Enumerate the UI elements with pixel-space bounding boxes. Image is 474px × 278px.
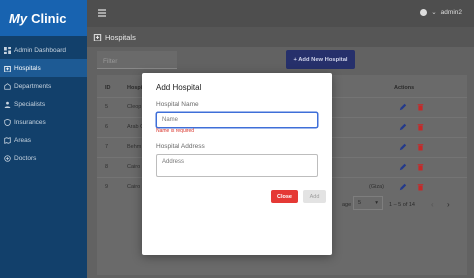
hospital-icon [4, 65, 11, 72]
chevron-down-icon: ▾ [375, 200, 378, 206]
column-header-id[interactable]: ID [105, 85, 111, 91]
sidebar-item-admin-dashboard[interactable]: Admin Dashboard [0, 41, 87, 59]
delete-icon[interactable] [417, 103, 424, 111]
sidebar-item-label: Insurances [14, 118, 46, 126]
sidebar-item-departments[interactable]: Departments [0, 77, 87, 95]
sidebar-item-label: Specialists [14, 100, 46, 108]
rows-per-page-value: 5 [358, 200, 362, 206]
sidebar: My Clinic Admin Dashboard Hospitals Depa… [0, 0, 87, 278]
prev-page-icon[interactable]: ‹ [431, 200, 434, 209]
areas-icon [4, 136, 11, 144]
hospital-icon [93, 34, 102, 41]
departments-icon [4, 82, 11, 90]
sidebar-item-doctors[interactable]: Doctors [0, 149, 87, 167]
cell-address: (Giza) [369, 184, 384, 190]
add-button[interactable]: Add [303, 190, 326, 203]
delete-icon[interactable] [417, 183, 424, 191]
user-menu[interactable]: ⌄ admin2 [420, 8, 462, 16]
next-page-icon[interactable]: › [447, 200, 450, 209]
cell-name: Cleop [127, 104, 142, 110]
edit-icon[interactable] [399, 183, 407, 191]
sidebar-item-label: Hospitals [14, 64, 41, 72]
cell-id: 6 [105, 124, 109, 130]
username: admin2 [440, 8, 462, 16]
dialog-title: Add Hospital [156, 83, 202, 92]
top-bar: ⌄ admin2 [87, 0, 474, 27]
cell-id: 8 [105, 164, 109, 170]
pagination-range: 1 – 5 of 14 [389, 202, 415, 208]
hospital-address-label: Hospital Address [156, 143, 205, 150]
delete-icon[interactable] [417, 143, 424, 151]
page-title: Hospitals [105, 32, 136, 42]
doctors-icon [4, 154, 11, 162]
sidebar-item-label: Areas [14, 136, 31, 144]
cell-name: Cairo [127, 164, 141, 170]
sidebar-item-areas[interactable]: Areas [0, 131, 87, 149]
cell-id: 7 [105, 144, 109, 150]
page-header: Hospitals [87, 27, 474, 47]
menu-icon[interactable] [97, 8, 107, 18]
delete-icon[interactable] [417, 163, 424, 171]
add-hospital-button[interactable]: + Add New Hospital [286, 50, 355, 69]
sidebar-nav: Admin Dashboard Hospitals Departments Sp… [0, 41, 87, 167]
cell-id: 5 [105, 104, 109, 110]
rows-per-page-select[interactable]: 5 ▾ [353, 196, 383, 210]
close-button[interactable]: Close [271, 190, 298, 203]
filter-input[interactable]: Filter [97, 51, 177, 69]
sidebar-item-label: Admin Dashboard [14, 46, 67, 54]
brand-my: My [9, 10, 28, 26]
add-hospital-dialog: Add Hospital Hospital Name Name Name is … [142, 73, 332, 255]
insurance-icon [4, 118, 11, 126]
cell-name: Behm [127, 144, 142, 150]
dashboard-icon [4, 46, 11, 54]
brand-clinic: Clinic [31, 10, 67, 26]
column-header-actions: Actions [394, 85, 415, 91]
hospital-name-input[interactable]: Name [156, 112, 318, 128]
edit-icon[interactable] [399, 123, 407, 131]
edit-icon[interactable] [399, 103, 407, 111]
sidebar-item-label: Departments [14, 82, 52, 90]
brand-logo[interactable]: My Clinic [0, 0, 87, 36]
sidebar-item-label: Doctors [14, 154, 37, 162]
specialists-icon [4, 101, 11, 108]
sidebar-item-hospitals[interactable]: Hospitals [0, 59, 87, 77]
hospital-name-label: Hospital Name [156, 101, 199, 108]
hospital-address-input[interactable]: Address [156, 154, 318, 177]
delete-icon[interactable] [417, 123, 424, 131]
cell-name: Cairo [127, 184, 141, 190]
sidebar-item-specialists[interactable]: Specialists [0, 95, 87, 113]
name-error-text: Name is required [156, 128, 195, 134]
cell-id: 9 [105, 184, 109, 190]
edit-icon[interactable] [399, 163, 407, 171]
sidebar-item-insurances[interactable]: Insurances [0, 113, 87, 131]
user-caret-icon: ⌄ [431, 9, 437, 16]
edit-icon[interactable] [399, 143, 407, 151]
user-avatar-icon [420, 8, 428, 16]
rows-per-page-label: age [342, 202, 352, 208]
